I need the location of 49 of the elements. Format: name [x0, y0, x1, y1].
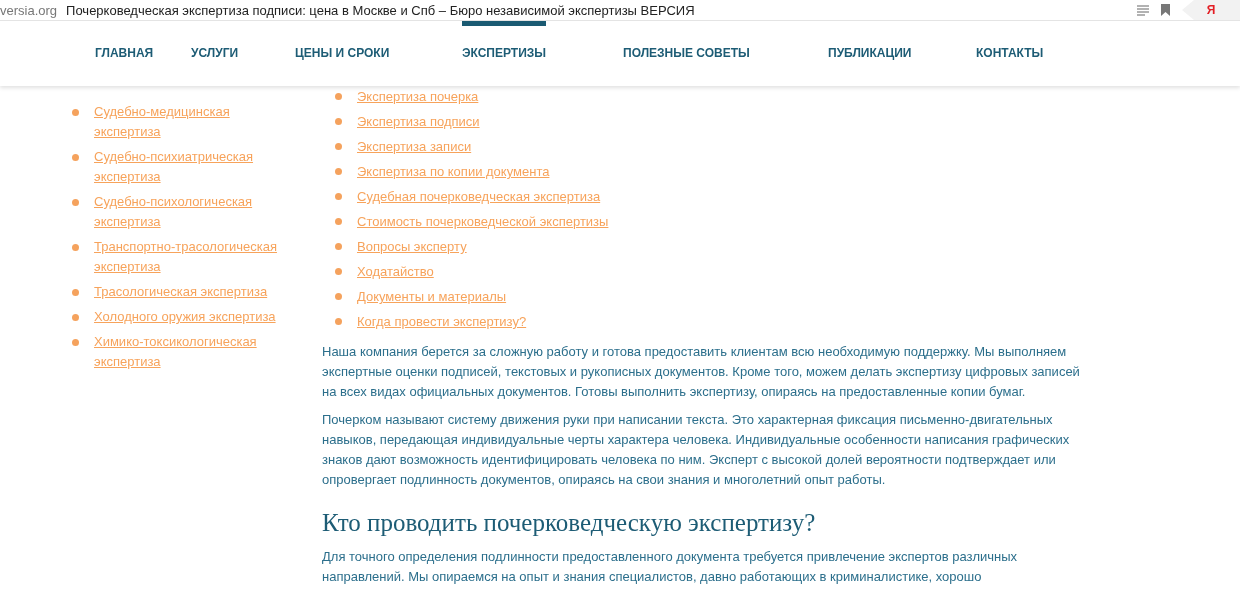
bullet-icon — [335, 193, 342, 200]
browser-logo[interactable]: Я — [1182, 0, 1240, 20]
nav-tab[interactable]: КОНТАКТЫ — [976, 20, 1044, 86]
bullet-icon — [72, 199, 79, 206]
article-link[interactable]: Судебная почерковедческая экспертиза — [357, 184, 601, 209]
paragraph: Для точного определения подлинности предоставленного документа требуется привлечение экспертов различных направлений. Мы опираемся на опыт и знания специалистов, давно работающих в криминалистике, хорошо — [322, 548, 1019, 586]
bullet-icon — [335, 143, 342, 150]
nav-tab[interactable]: ПУБЛИКАЦИИ — [828, 20, 912, 86]
bookmark-icon[interactable] — [1161, 4, 1170, 16]
paragraph: Почерком называют систему движения руки при написании текста. Это характерная фиксация письменно-двигательных навыков, передающая индивидуальные черты характера человека. Индивидуальные особенности написания графических знаков дают возможность идентифицировать человека по ним. Эксперт с высокой долей вероятности подтверждает или опровергает подлинность документов, опираясь на свои знания и многолетний опыт работы. — [322, 411, 1071, 489]
page-title: Почерковедческая экспертиза подписи: цена в Москве и Спб – Бюро независимой экспертизы ВЕРСИЯ — [66, 2, 696, 18]
nav-tab[interactable]: ГЛАВНАЯ — [95, 20, 154, 86]
bullet-icon — [335, 168, 342, 175]
site-domain: versia.org — [0, 2, 58, 18]
nav-tab[interactable]: УСЛУГИ — [191, 20, 239, 86]
bullet-icon — [335, 318, 342, 325]
sidebar-link[interactable]: Транспортно-трасологическая экспертиза — [94, 237, 284, 277]
article-link[interactable]: Экспертиза подписи — [357, 109, 480, 134]
bullet-icon — [72, 339, 79, 346]
article-link[interactable]: Стоимость почерковедческой экспертизы — [357, 209, 609, 234]
sidebar-link[interactable]: Холодного оружия экспертиза — [94, 307, 284, 327]
section-heading: Кто проводить почерковедческую экспертизу? — [322, 508, 817, 538]
article-link[interactable]: Экспертиза записи — [357, 134, 472, 159]
bullet-icon — [335, 93, 342, 100]
article-link[interactable]: Экспертиза по копии документа — [357, 159, 550, 184]
sidebar-link[interactable]: Судебно-психологическая экспертиза — [94, 192, 284, 232]
bullet-icon — [335, 268, 342, 275]
bullet-icon — [72, 314, 79, 321]
sidebar-link[interactable]: Трасологическая экспертиза — [94, 282, 284, 302]
sidebar-link[interactable]: Судебно-психиатрическая экспертиза — [94, 147, 284, 187]
bullet-icon — [72, 154, 79, 161]
bullet-icon — [335, 218, 342, 225]
bullet-icon — [335, 118, 342, 125]
nav-tab[interactable]: ЭКСПЕРТИЗЫ — [462, 20, 547, 86]
bullet-icon — [335, 243, 342, 250]
article-link[interactable]: Вопросы эксперту — [357, 234, 467, 259]
bullet-icon — [72, 244, 79, 251]
article-link[interactable]: Когда провести экспертизу? — [357, 309, 527, 334]
article-link[interactable]: Ходатайство — [357, 259, 434, 284]
sidebar-link[interactable]: Химико-токсикологическая экспертиза — [94, 332, 284, 372]
nav-tab[interactable]: ЦЕНЫ И СРОКИ — [295, 20, 390, 86]
sidebar-link[interactable]: Судебно-медицинская экспертиза — [94, 102, 284, 142]
article-link[interactable]: Документы и материалы — [357, 284, 507, 309]
bullet-icon — [335, 293, 342, 300]
article-link[interactable]: Экспертиза почерка — [357, 84, 479, 109]
paragraph: Наша компания берется за сложную работу и готова предоставить клиентам всю необходимую поддержку. Мы выполняем экспертные оценки подписей, текстовых и рукописных документов. Кроме того, можем делать экспертизу цифровых записей на всех видах официальных документов. Готовы выполнить экспертизу, опираясь на предоставленные копии бумаг. — [322, 343, 1080, 401]
bullet-icon — [72, 109, 79, 116]
bullet-icon — [72, 289, 79, 296]
nav-tab[interactable]: ПОЛЕЗНЫЕ СОВЕТЫ — [623, 20, 750, 86]
